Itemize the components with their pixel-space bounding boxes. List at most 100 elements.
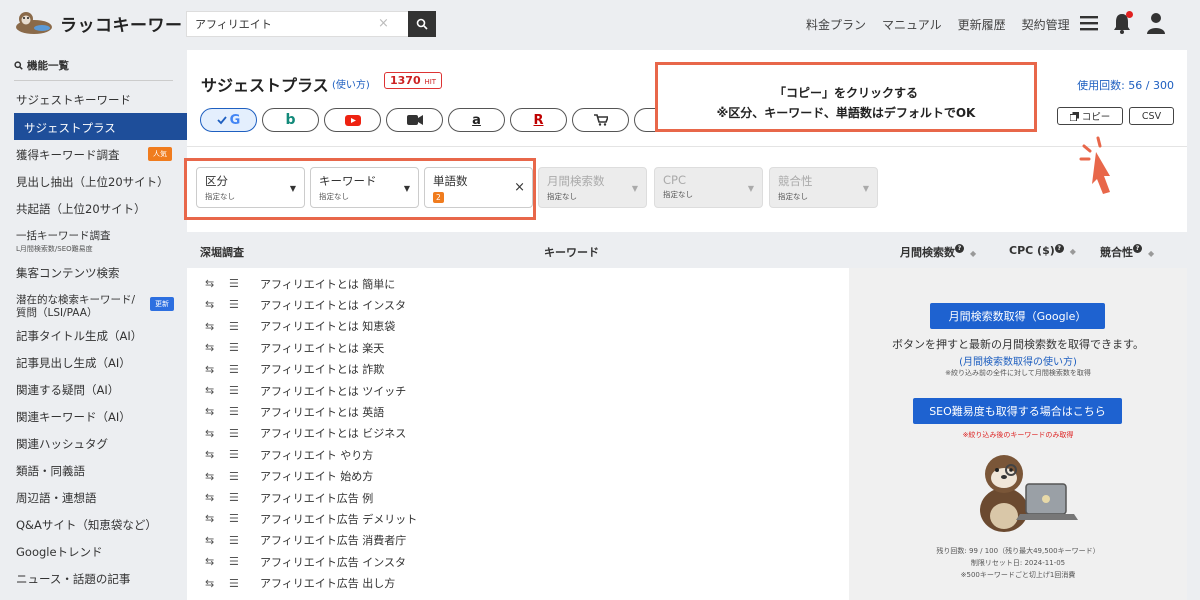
table-row[interactable]: ⇆ ☰ アフィリエイトとは 詐欺 bbox=[187, 359, 849, 380]
filter-category[interactable]: 区分 指定なし ▼ bbox=[196, 167, 305, 208]
get-volume-button[interactable]: 月間検索数取得（Google） bbox=[930, 303, 1105, 329]
deep-dive-icon[interactable]: ⇆ bbox=[205, 277, 214, 290]
deep-dive-icon[interactable]: ⇆ bbox=[205, 384, 214, 397]
table-row[interactable]: ⇆ ☰ アフィリエイト広告 出し方 bbox=[187, 573, 849, 594]
sidebar-item-headings[interactable]: 見出し抽出（上位20サイト） bbox=[16, 174, 169, 190]
table-row[interactable]: ⇆ ☰ アフィリエイト広告 消費者庁 bbox=[187, 530, 849, 551]
copy-button[interactable]: コピー bbox=[1057, 107, 1123, 125]
list-icon[interactable]: ☰ bbox=[229, 298, 239, 311]
user-icon[interactable] bbox=[1146, 12, 1166, 34]
nav-pricing[interactable]: 料金プラン bbox=[806, 16, 866, 33]
engine-amazon[interactable]: a bbox=[448, 108, 505, 132]
sidebar-item-bulk-keywords[interactable]: 一括キーワード調査 bbox=[16, 228, 111, 243]
list-icon[interactable]: ☰ bbox=[229, 427, 239, 440]
table-row[interactable]: ⇆ ☰ アフィリエイトとは 知恵袋 bbox=[187, 316, 849, 337]
help-icon[interactable]: ? bbox=[1133, 244, 1142, 253]
deep-dive-icon[interactable]: ⇆ bbox=[205, 363, 214, 376]
sidebar-item-suggest-plus[interactable]: サジェストプラス bbox=[14, 113, 187, 140]
deep-dive-icon[interactable]: ⇆ bbox=[205, 534, 214, 547]
sidebar-item-heading-gen[interactable]: 記事見出し生成（AI） bbox=[16, 355, 131, 371]
clear-search-icon[interactable]: × bbox=[378, 16, 389, 31]
table-row[interactable]: ⇆ ☰ アフィリエイト 始め方 bbox=[187, 466, 849, 487]
list-icon[interactable]: ☰ bbox=[229, 491, 239, 504]
keyword-text[interactable]: アフィリエイトとは 知恵袋 bbox=[260, 318, 395, 334]
deep-dive-icon[interactable]: ⇆ bbox=[205, 512, 214, 525]
engine-shopping[interactable] bbox=[572, 108, 629, 132]
search-input[interactable] bbox=[186, 11, 408, 37]
sort-icon[interactable]: ◆ bbox=[970, 249, 976, 258]
sort-icon[interactable]: ◆ bbox=[1070, 247, 1076, 256]
sidebar-item-news[interactable]: ニュース・話題の記事 bbox=[16, 571, 130, 587]
sidebar-item-hashtags[interactable]: 関連ハッシュタグ bbox=[16, 436, 108, 452]
help-icon[interactable]: ? bbox=[1054, 244, 1064, 253]
engine-video[interactable] bbox=[386, 108, 443, 132]
table-row[interactable]: ⇆ ☰ アフィリエイト広告 インスタ bbox=[187, 551, 849, 572]
volume-howto-link[interactable]: (月間検索数取得の使い方) bbox=[849, 353, 1187, 368]
sidebar-item-google-trends[interactable]: Googleトレンド bbox=[16, 544, 103, 560]
table-row[interactable]: ⇆ ☰ アフィリエイトとは 英語 bbox=[187, 401, 849, 422]
keyword-text[interactable]: アフィリエイトとは 英語 bbox=[260, 404, 384, 420]
list-icon[interactable]: ☰ bbox=[229, 577, 239, 590]
col-competition[interactable]: 競合性 ? ◆ bbox=[1100, 244, 1154, 260]
table-row[interactable]: ⇆ ☰ アフィリエイトとは ビジネス bbox=[187, 423, 849, 444]
engine-google[interactable]: G bbox=[200, 108, 257, 132]
filter-word-count[interactable]: 単語数 2 × bbox=[424, 167, 533, 208]
app-logo[interactable]: ラッコキーワード bbox=[14, 10, 200, 36]
howto-link[interactable]: (使い方) bbox=[332, 76, 370, 91]
nav-changelog[interactable]: 更新履歴 bbox=[958, 16, 1006, 33]
list-icon[interactable]: ☰ bbox=[229, 534, 239, 547]
engine-rakuten[interactable]: R bbox=[510, 108, 567, 132]
table-row[interactable]: ⇆ ☰ アフィリエイトとは 簡単に bbox=[187, 273, 849, 294]
list-icon[interactable]: ☰ bbox=[229, 512, 239, 525]
table-row[interactable]: ⇆ ☰ アフィリエイトとは インスタ bbox=[187, 294, 849, 315]
list-icon[interactable]: ☰ bbox=[229, 341, 239, 354]
keyword-text[interactable]: アフィリエイト 始め方 bbox=[260, 468, 373, 484]
engine-youtube[interactable] bbox=[324, 108, 381, 132]
table-row[interactable]: ⇆ ☰ アフィリエイトとは ツイッチ bbox=[187, 380, 849, 401]
sidebar-item-questions[interactable]: 関連する疑問（AI） bbox=[16, 382, 119, 398]
list-icon[interactable]: ☰ bbox=[229, 277, 239, 290]
menu-icon[interactable] bbox=[1080, 15, 1098, 31]
keyword-text[interactable]: アフィリエイトとは ツイッチ bbox=[260, 383, 406, 399]
list-icon[interactable]: ☰ bbox=[229, 448, 239, 461]
list-icon[interactable]: ☰ bbox=[229, 384, 239, 397]
list-icon[interactable]: ☰ bbox=[229, 405, 239, 418]
keyword-text[interactable]: アフィリエイトとは 簡単に bbox=[260, 276, 395, 292]
help-icon[interactable]: ? bbox=[955, 244, 964, 253]
keyword-text[interactable]: アフィリエイトとは インスタ bbox=[260, 297, 406, 313]
sidebar-item-content-search[interactable]: 集客コンテンツ検索 bbox=[16, 265, 120, 281]
deep-dive-icon[interactable]: ⇆ bbox=[205, 555, 214, 568]
nav-contract[interactable]: 契約管理 bbox=[1022, 16, 1070, 33]
list-icon[interactable]: ☰ bbox=[229, 555, 239, 568]
close-icon[interactable]: × bbox=[514, 180, 525, 195]
search-button[interactable] bbox=[408, 11, 436, 37]
deep-dive-icon[interactable]: ⇆ bbox=[205, 341, 214, 354]
sidebar-item-associations[interactable]: 周辺語・連想語 bbox=[16, 490, 97, 506]
sidebar-item-suggest[interactable]: サジェストキーワード bbox=[16, 92, 131, 108]
deep-dive-icon[interactable]: ⇆ bbox=[205, 491, 214, 504]
col-cpc[interactable]: CPC ($)? ◆ bbox=[1009, 244, 1076, 257]
deep-dive-icon[interactable]: ⇆ bbox=[205, 405, 214, 418]
table-row[interactable]: ⇆ ☰ アフィリエイトとは 楽天 bbox=[187, 337, 849, 358]
keyword-text[interactable]: アフィリエイト広告 例 bbox=[260, 490, 373, 506]
col-monthly-volume[interactable]: 月間検索数 ? ◆ bbox=[900, 244, 976, 260]
list-icon[interactable]: ☰ bbox=[229, 320, 239, 333]
list-icon[interactable]: ☰ bbox=[229, 470, 239, 483]
deep-dive-icon[interactable]: ⇆ bbox=[205, 320, 214, 333]
keyword-text[interactable]: アフィリエイト広告 デメリット bbox=[260, 511, 417, 527]
sidebar-item-related-keywords[interactable]: 関連キーワード（AI） bbox=[16, 409, 131, 425]
keyword-text[interactable]: アフィリエイト広告 出し方 bbox=[260, 575, 395, 591]
table-row[interactable]: ⇆ ☰ アフィリエイト広告 デメリット bbox=[187, 508, 849, 529]
keyword-text[interactable]: アフィリエイト広告 インスタ bbox=[260, 554, 406, 570]
keyword-text[interactable]: アフィリエイトとは 詐欺 bbox=[260, 361, 384, 377]
keyword-text[interactable]: アフィリエイトとは 楽天 bbox=[260, 340, 384, 356]
sort-icon[interactable]: ◆ bbox=[1148, 249, 1154, 258]
notification-button[interactable] bbox=[1112, 11, 1133, 34]
table-row[interactable]: ⇆ ☰ アフィリエイト やり方 bbox=[187, 444, 849, 465]
engine-bing[interactable]: b bbox=[262, 108, 319, 132]
keyword-text[interactable]: アフィリエイト広告 消費者庁 bbox=[260, 532, 406, 548]
keyword-text[interactable]: アフィリエイトとは ビジネス bbox=[260, 425, 406, 441]
deep-dive-icon[interactable]: ⇆ bbox=[205, 470, 214, 483]
sidebar-item-synonyms[interactable]: 類語・同義語 bbox=[16, 463, 85, 479]
deep-dive-icon[interactable]: ⇆ bbox=[205, 448, 214, 461]
